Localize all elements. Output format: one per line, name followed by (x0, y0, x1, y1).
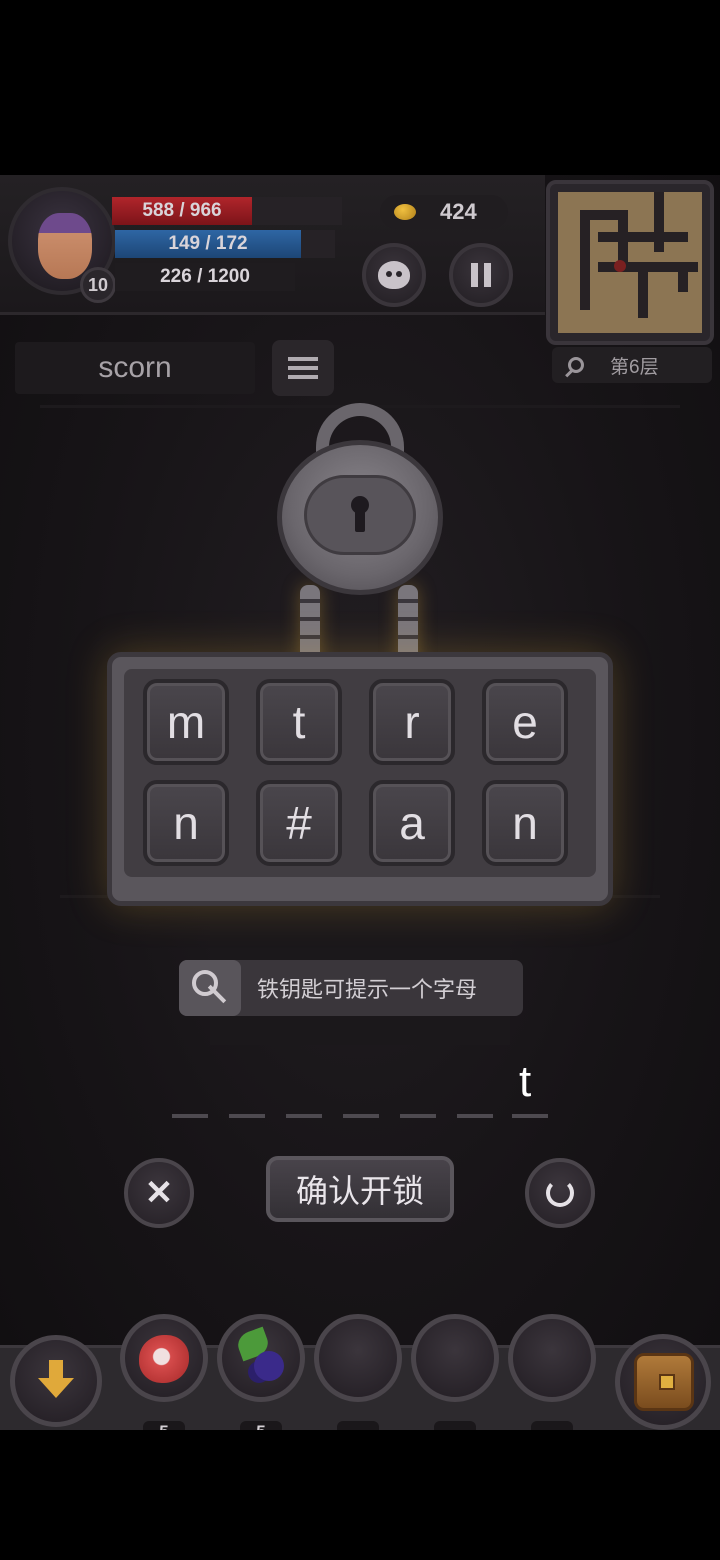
letter-tile[interactable]: t (256, 679, 342, 765)
maze-wall (654, 192, 664, 252)
backpack-button[interactable] (615, 1334, 711, 1430)
down-arrow-icon (38, 1360, 74, 1398)
player-marker-icon (614, 260, 626, 272)
maze-wall (598, 232, 688, 242)
letter-tile[interactable]: n (482, 780, 568, 866)
inventory-slot[interactable] (120, 1314, 208, 1402)
letter-tile[interactable]: m (143, 679, 229, 765)
search-icon (568, 357, 584, 373)
maze-wall (678, 262, 688, 292)
padlock-icon (277, 440, 443, 595)
item-count (434, 1421, 476, 1430)
confirm-unlock-button[interactable]: 确认开锁 (266, 1156, 454, 1222)
pause-button[interactable] (449, 243, 513, 307)
minimap[interactable] (546, 180, 714, 345)
keyhole-icon (347, 496, 373, 538)
answer-slot (172, 1114, 208, 1118)
answer-slot (457, 1114, 493, 1118)
descend-button[interactable] (10, 1335, 102, 1427)
answer-slot (400, 1114, 436, 1118)
hint-text: 铁钥匙可提示一个字母 (257, 977, 478, 1002)
maze-wall (638, 262, 648, 318)
list-icon (288, 357, 318, 379)
inventory-slot[interactable] (508, 1314, 596, 1402)
floor-label: 第6层 (610, 356, 659, 378)
gold-coin-icon (394, 204, 416, 220)
hero-face-icon (38, 213, 92, 279)
hp-bar: 588 / 966 (112, 197, 252, 225)
gold-counter: 424 (380, 195, 508, 229)
maze-wall (580, 210, 590, 310)
game-screen: 10 588 / 966 149 / 172 226 / 1200 424 第6… (0, 175, 720, 1430)
answer-slot (343, 1114, 379, 1118)
item-count (531, 1421, 573, 1430)
current-word: scorn (15, 342, 255, 394)
berry-icon (236, 1331, 288, 1385)
meat-icon (139, 1335, 189, 1383)
xp-text: 226 / 1200 (115, 263, 295, 291)
monster-icon (378, 261, 410, 289)
letter-tile[interactable]: r (369, 679, 455, 765)
answer-slot (286, 1114, 322, 1118)
gold-value: 424 (440, 199, 477, 224)
pause-icon (471, 263, 491, 287)
undo-button[interactable] (525, 1158, 595, 1228)
answer-slot (512, 1114, 548, 1118)
letter-tile[interactable]: a (369, 780, 455, 866)
key-icon (192, 970, 228, 1006)
answer-slot (229, 1114, 265, 1118)
maze-wall (580, 210, 620, 220)
lock-face (304, 475, 416, 555)
letter-tile[interactable]: # (256, 780, 342, 866)
hint-key-button[interactable] (179, 960, 241, 1016)
bestiary-button[interactable] (362, 243, 426, 307)
inventory-slot[interactable] (314, 1314, 402, 1402)
minimap-view (558, 192, 702, 333)
letter-tile[interactable]: n (143, 780, 229, 866)
inventory-slot[interactable] (411, 1314, 499, 1402)
item-count: 5 (143, 1421, 185, 1430)
item-count: 5 (240, 1421, 282, 1430)
mp-bar: 149 / 172 (115, 230, 301, 258)
level-badge: 10 (80, 267, 116, 303)
word-list-button[interactable] (272, 340, 334, 396)
inventory-slot[interactable] (217, 1314, 305, 1402)
letter-tile[interactable]: e (482, 679, 568, 765)
floor-indicator[interactable]: 第6层 (552, 347, 712, 383)
clear-button[interactable]: ✕ (124, 1158, 194, 1228)
close-icon: ✕ (144, 1174, 174, 1212)
hint-bar[interactable]: 铁钥匙可提示一个字母 (179, 960, 523, 1016)
undo-icon (546, 1179, 574, 1207)
typed-letter: t (519, 1057, 532, 1106)
backpack-icon (634, 1353, 694, 1411)
item-count (337, 1421, 379, 1430)
